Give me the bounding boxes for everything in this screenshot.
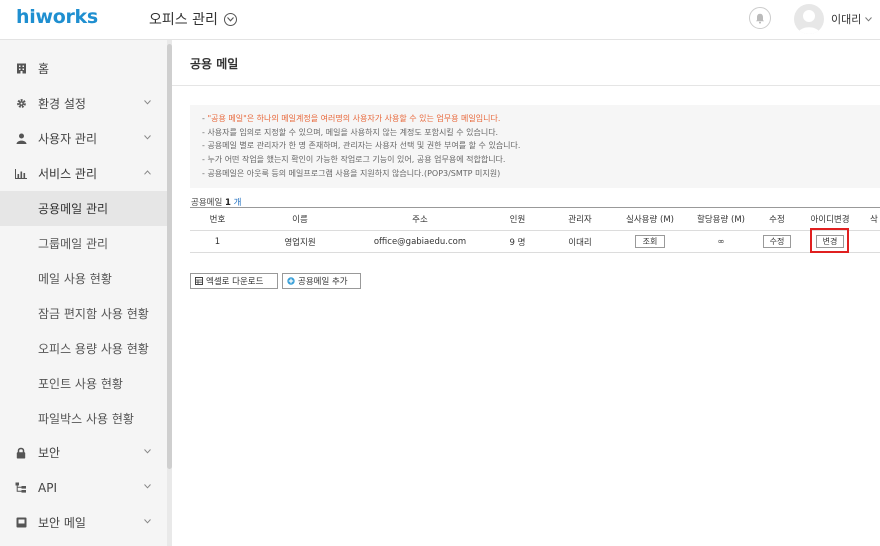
cell-address: office@gabiaedu.com — [373, 236, 467, 247]
highlight-box — [810, 228, 849, 253]
sidebar-item-label: 사용자 관리 — [38, 132, 98, 146]
sidebar-subitem-label: 메일 사용 현황 — [38, 272, 112, 286]
sidebar-subitem-mail-usage[interactable]: 메일 사용 현황 — [0, 261, 167, 296]
table-row: 1 영업지원 office@gabiaedu.com 9 명 이대리 조회 ∞ … — [190, 231, 880, 253]
cell-manager: 이대리 — [568, 237, 592, 248]
col-header-id-change: 아이디변경 — [810, 215, 850, 225]
cell-actual-usage: 조회 — [610, 231, 690, 252]
chevron-down-icon — [144, 449, 151, 454]
sidebar-subitem-label: 파일박스 사용 현황 — [38, 412, 134, 426]
sidebar-item-label: 환경 설정 — [38, 97, 86, 111]
sidebar-item-home[interactable]: 홈 — [0, 51, 167, 86]
col-header-name: 이름 — [292, 215, 308, 225]
excel-download-button[interactable]: 엑셀로 다운로드 — [190, 273, 278, 289]
sidebar-item-label: API — [38, 480, 57, 495]
cell-edit: 수정 — [752, 231, 802, 252]
chevron-down-icon — [865, 16, 873, 22]
user-icon — [15, 133, 27, 145]
user-name-label: 이대리 — [831, 13, 862, 26]
chevron-down-icon — [144, 135, 151, 140]
sidebar-item-api[interactable]: API — [0, 470, 167, 505]
sidebar-item-label: 서비스 관리 — [38, 167, 98, 181]
sidebar-item-service[interactable]: 서비스 관리 — [0, 156, 167, 191]
col-header-delete: 삭 — [870, 215, 878, 225]
add-shared-mail-button[interactable]: 공용메일 추가 — [282, 273, 361, 289]
sidebar-subitem-office-storage[interactable]: 오피스 용량 사용 현황 — [0, 331, 167, 366]
col-header-no: 번호 — [209, 215, 226, 225]
view-usage-button[interactable]: 조회 — [635, 235, 665, 248]
col-header-manager: 관리자 — [568, 215, 592, 225]
notice-text: 사용자를 임의로 지정할 수 있으며, 메일을 사용하지 않는 계정도 포함시킬… — [207, 127, 499, 137]
notice-line: - 누가 어떤 작업을 했는지 확인이 가능한 작업로그 기능이 있어, 공용 … — [202, 155, 506, 165]
shared-mail-table: 번호 이름 주소 인원 관리자 실사용량 (M) 할당용량 (M) 수정 아이디… — [190, 207, 880, 253]
chevron-down-icon — [144, 484, 151, 489]
plus-icon — [287, 277, 295, 285]
cell-quota: ∞ — [717, 236, 725, 247]
building-icon — [15, 63, 27, 75]
gear-icon — [15, 98, 27, 110]
office-menu-dropdown[interactable]: 오피스 관리 — [149, 9, 237, 29]
col-header-members: 인원 — [509, 215, 526, 225]
cell-no: 1 — [214, 236, 221, 247]
sidebar-item-label: 홈 — [38, 62, 50, 76]
notice-line: - 사용자를 임의로 지정할 수 있으며, 메일을 사용하지 않는 계정도 포함… — [202, 127, 499, 137]
user-menu[interactable]: 이대리 — [831, 11, 873, 27]
chevron-up-icon — [144, 170, 151, 175]
office-menu-label: 오피스 관리 — [149, 12, 218, 28]
sidebar-subitem-locked-mailbox[interactable]: 잠금 편지함 사용 현황 — [0, 296, 167, 331]
lock-icon — [15, 447, 27, 459]
sidebar-item-secure-mail[interactable]: 보안 메일 — [0, 505, 167, 540]
notice-line: - "공용 메일"은 하나의 메일계정을 여러명의 사용자가 사용할 수 있는 … — [202, 114, 501, 123]
chevron-down-icon — [144, 100, 151, 105]
notice-text: 누가 어떤 작업을 했는지 확인이 가능한 작업로그 기능이 있어, 공용 업무… — [207, 155, 506, 165]
notice-highlight: "공용 메일"은 하나의 메일계정을 여러명의 사용자가 사용할 수 있는 업무… — [207, 114, 501, 123]
sidebar-subitem-label: 공용메일 관리 — [38, 202, 109, 216]
chevron-down-icon — [223, 12, 237, 26]
sidebar-subitem-label: 그룹메일 관리 — [38, 237, 109, 251]
notice-line: - 공용메일은 아웃룩 등의 메일프로그램 사용을 지원하지 않습니다.(POP… — [202, 168, 501, 178]
sidebar-item-users[interactable]: 사용자 관리 — [0, 121, 167, 156]
notification-bell-icon[interactable] — [749, 7, 771, 29]
notice-box: - "공용 메일"은 하나의 메일계정을 여러명의 사용자가 사용할 수 있는 … — [190, 105, 880, 188]
mail-shield-icon — [15, 517, 27, 529]
sidebar-subitem-shared-mail[interactable]: 공용메일 관리 — [0, 191, 167, 226]
page-title: 공용 메일 — [190, 57, 239, 71]
sidebar-subitem-group-mail[interactable]: 그룹메일 관리 — [0, 226, 167, 261]
notice-text: 공용메일은 아웃룩 등의 메일프로그램 사용을 지원하지 않습니다.(POP3/… — [207, 168, 501, 178]
excel-download-label: 엑셀로 다운로드 — [206, 277, 264, 287]
sidebar-item-label: 보안 메일 — [38, 516, 86, 530]
chevron-down-icon — [144, 519, 151, 524]
col-header-address: 주소 — [412, 215, 428, 225]
sidebar-item-settings[interactable]: 환경 설정 — [0, 86, 167, 121]
notice-text: 공용메일 별로 관리자가 한 명 존재하며, 관리자는 사용자 선택 및 권한 … — [207, 141, 521, 151]
avatar[interactable] — [794, 4, 824, 34]
sitemap-icon — [15, 482, 27, 494]
col-header-actual-usage: 실사용량 (M) — [626, 215, 674, 225]
cell-members: 9 명 — [509, 237, 526, 248]
cell-name: 영업지원 — [284, 237, 316, 248]
title-divider — [172, 85, 880, 86]
table-header-row: 번호 이름 주소 인원 관리자 실사용량 (M) 할당용량 (M) 수정 아이디… — [190, 208, 880, 231]
hiworks-logo[interactable]: hiworks — [16, 6, 98, 28]
col-header-quota: 할당용량 (M) — [697, 215, 745, 225]
excel-icon — [195, 277, 203, 285]
sidebar-subitem-filebox[interactable]: 파일박스 사용 현황 — [0, 401, 167, 436]
sidebar-subitem-label: 오피스 용량 사용 현황 — [38, 342, 149, 356]
sidebar-subitem-label: 포인트 사용 현황 — [38, 377, 123, 391]
add-shared-mail-label: 공용메일 추가 — [298, 277, 348, 287]
sidebar-item-label: 보안 — [38, 446, 61, 460]
chart-icon — [15, 168, 27, 180]
sidebar-subitem-points[interactable]: 포인트 사용 현황 — [0, 366, 167, 401]
edit-button[interactable]: 수정 — [762, 235, 792, 248]
sidebar-item-security[interactable]: 보안 — [0, 435, 167, 470]
top-bar: hiworks 오피스 관리 이대리 — [0, 0, 880, 40]
col-header-edit: 수정 — [769, 215, 785, 225]
notice-line: - 공용메일 별로 관리자가 한 명 존재하며, 관리자는 사용자 선택 및 권… — [202, 141, 521, 151]
sidebar-subitem-label: 잠금 편지함 사용 현황 — [38, 307, 149, 321]
